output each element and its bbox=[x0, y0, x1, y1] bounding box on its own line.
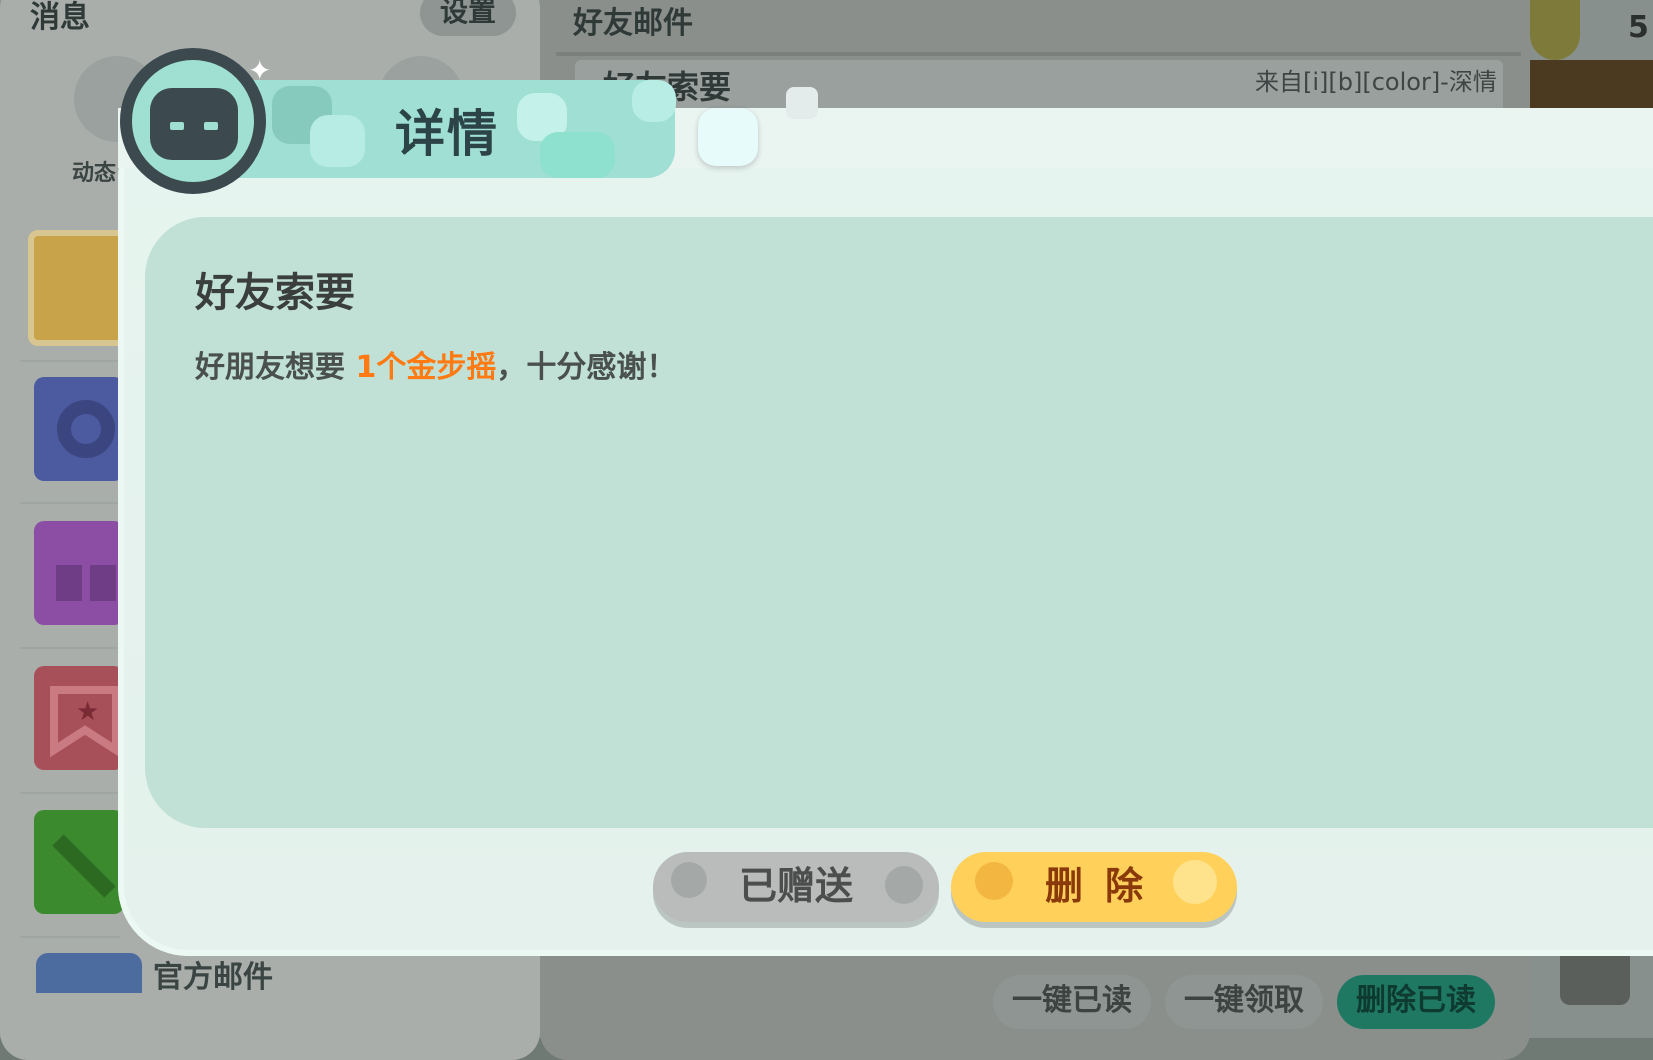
ribbon-decoration bbox=[632, 80, 676, 122]
claim-all-button[interactable]: 一键领取 bbox=[1165, 975, 1323, 1029]
official-mail-icon[interactable] bbox=[36, 953, 142, 993]
gift-icon[interactable] bbox=[34, 521, 124, 625]
ribbon-decoration bbox=[540, 132, 615, 178]
divider bbox=[20, 502, 120, 504]
mail-row-sender: 来自[i][b][color]-深情 bbox=[1255, 68, 1497, 96]
messages-title: 消息 bbox=[30, 0, 90, 35]
dialog-title: 详情 bbox=[395, 105, 499, 163]
mail-title: 好友索要 bbox=[195, 270, 355, 316]
gifted-button[interactable]: 已赠送 bbox=[653, 852, 939, 922]
gear-icon[interactable] bbox=[34, 377, 124, 481]
button-decoration bbox=[1173, 860, 1217, 904]
mail-body: 好朋友想要 1个金步摇，十分感谢！ bbox=[195, 342, 676, 386]
decorative-bubble bbox=[786, 87, 818, 119]
sparkle-icon: ✦ bbox=[248, 54, 272, 87]
mail-content-box bbox=[145, 217, 1653, 828]
mail-body-prefix: 好朋友想要 bbox=[195, 350, 356, 385]
friend-mail-title: 好友邮件 bbox=[573, 6, 693, 41]
official-mail-label[interactable]: 官方邮件 bbox=[153, 952, 273, 996]
delete-button[interactable]: 删除 bbox=[951, 852, 1237, 922]
divider bbox=[20, 936, 120, 938]
settings-button[interactable]: 设置 bbox=[420, 0, 516, 36]
divider bbox=[20, 647, 120, 649]
coin-count: 5 bbox=[1628, 10, 1649, 45]
coin-icon bbox=[1530, 0, 1580, 60]
button-decoration bbox=[975, 862, 1013, 900]
divider bbox=[556, 52, 1521, 56]
decorative-bubble bbox=[698, 108, 758, 166]
delete-read-button[interactable]: 删除已读 bbox=[1337, 975, 1495, 1029]
bookmark-star-icon[interactable]: ★ bbox=[34, 666, 124, 770]
avatar-eye bbox=[170, 122, 184, 130]
ribbon-decoration bbox=[310, 115, 365, 167]
avatar-face bbox=[150, 88, 238, 160]
gifted-button-label: 已赠送 bbox=[738, 864, 853, 908]
button-decoration bbox=[671, 862, 707, 898]
svg-text:★: ★ bbox=[76, 697, 99, 727]
person-mail-icon[interactable] bbox=[28, 230, 130, 346]
button-decoration bbox=[885, 866, 923, 904]
requested-item: 1个金步摇 bbox=[355, 350, 497, 385]
pencil-icon[interactable] bbox=[34, 810, 124, 914]
mail-body-suffix: ，十分感谢！ bbox=[496, 350, 677, 385]
dynamic-tab-label: 动态 bbox=[72, 161, 117, 186]
avatar-eye bbox=[204, 122, 218, 130]
divider bbox=[20, 360, 120, 362]
divider bbox=[20, 792, 120, 794]
delete-button-label: 删除 bbox=[1044, 864, 1165, 908]
mark-all-read-button[interactable]: 一键已读 bbox=[993, 975, 1151, 1029]
